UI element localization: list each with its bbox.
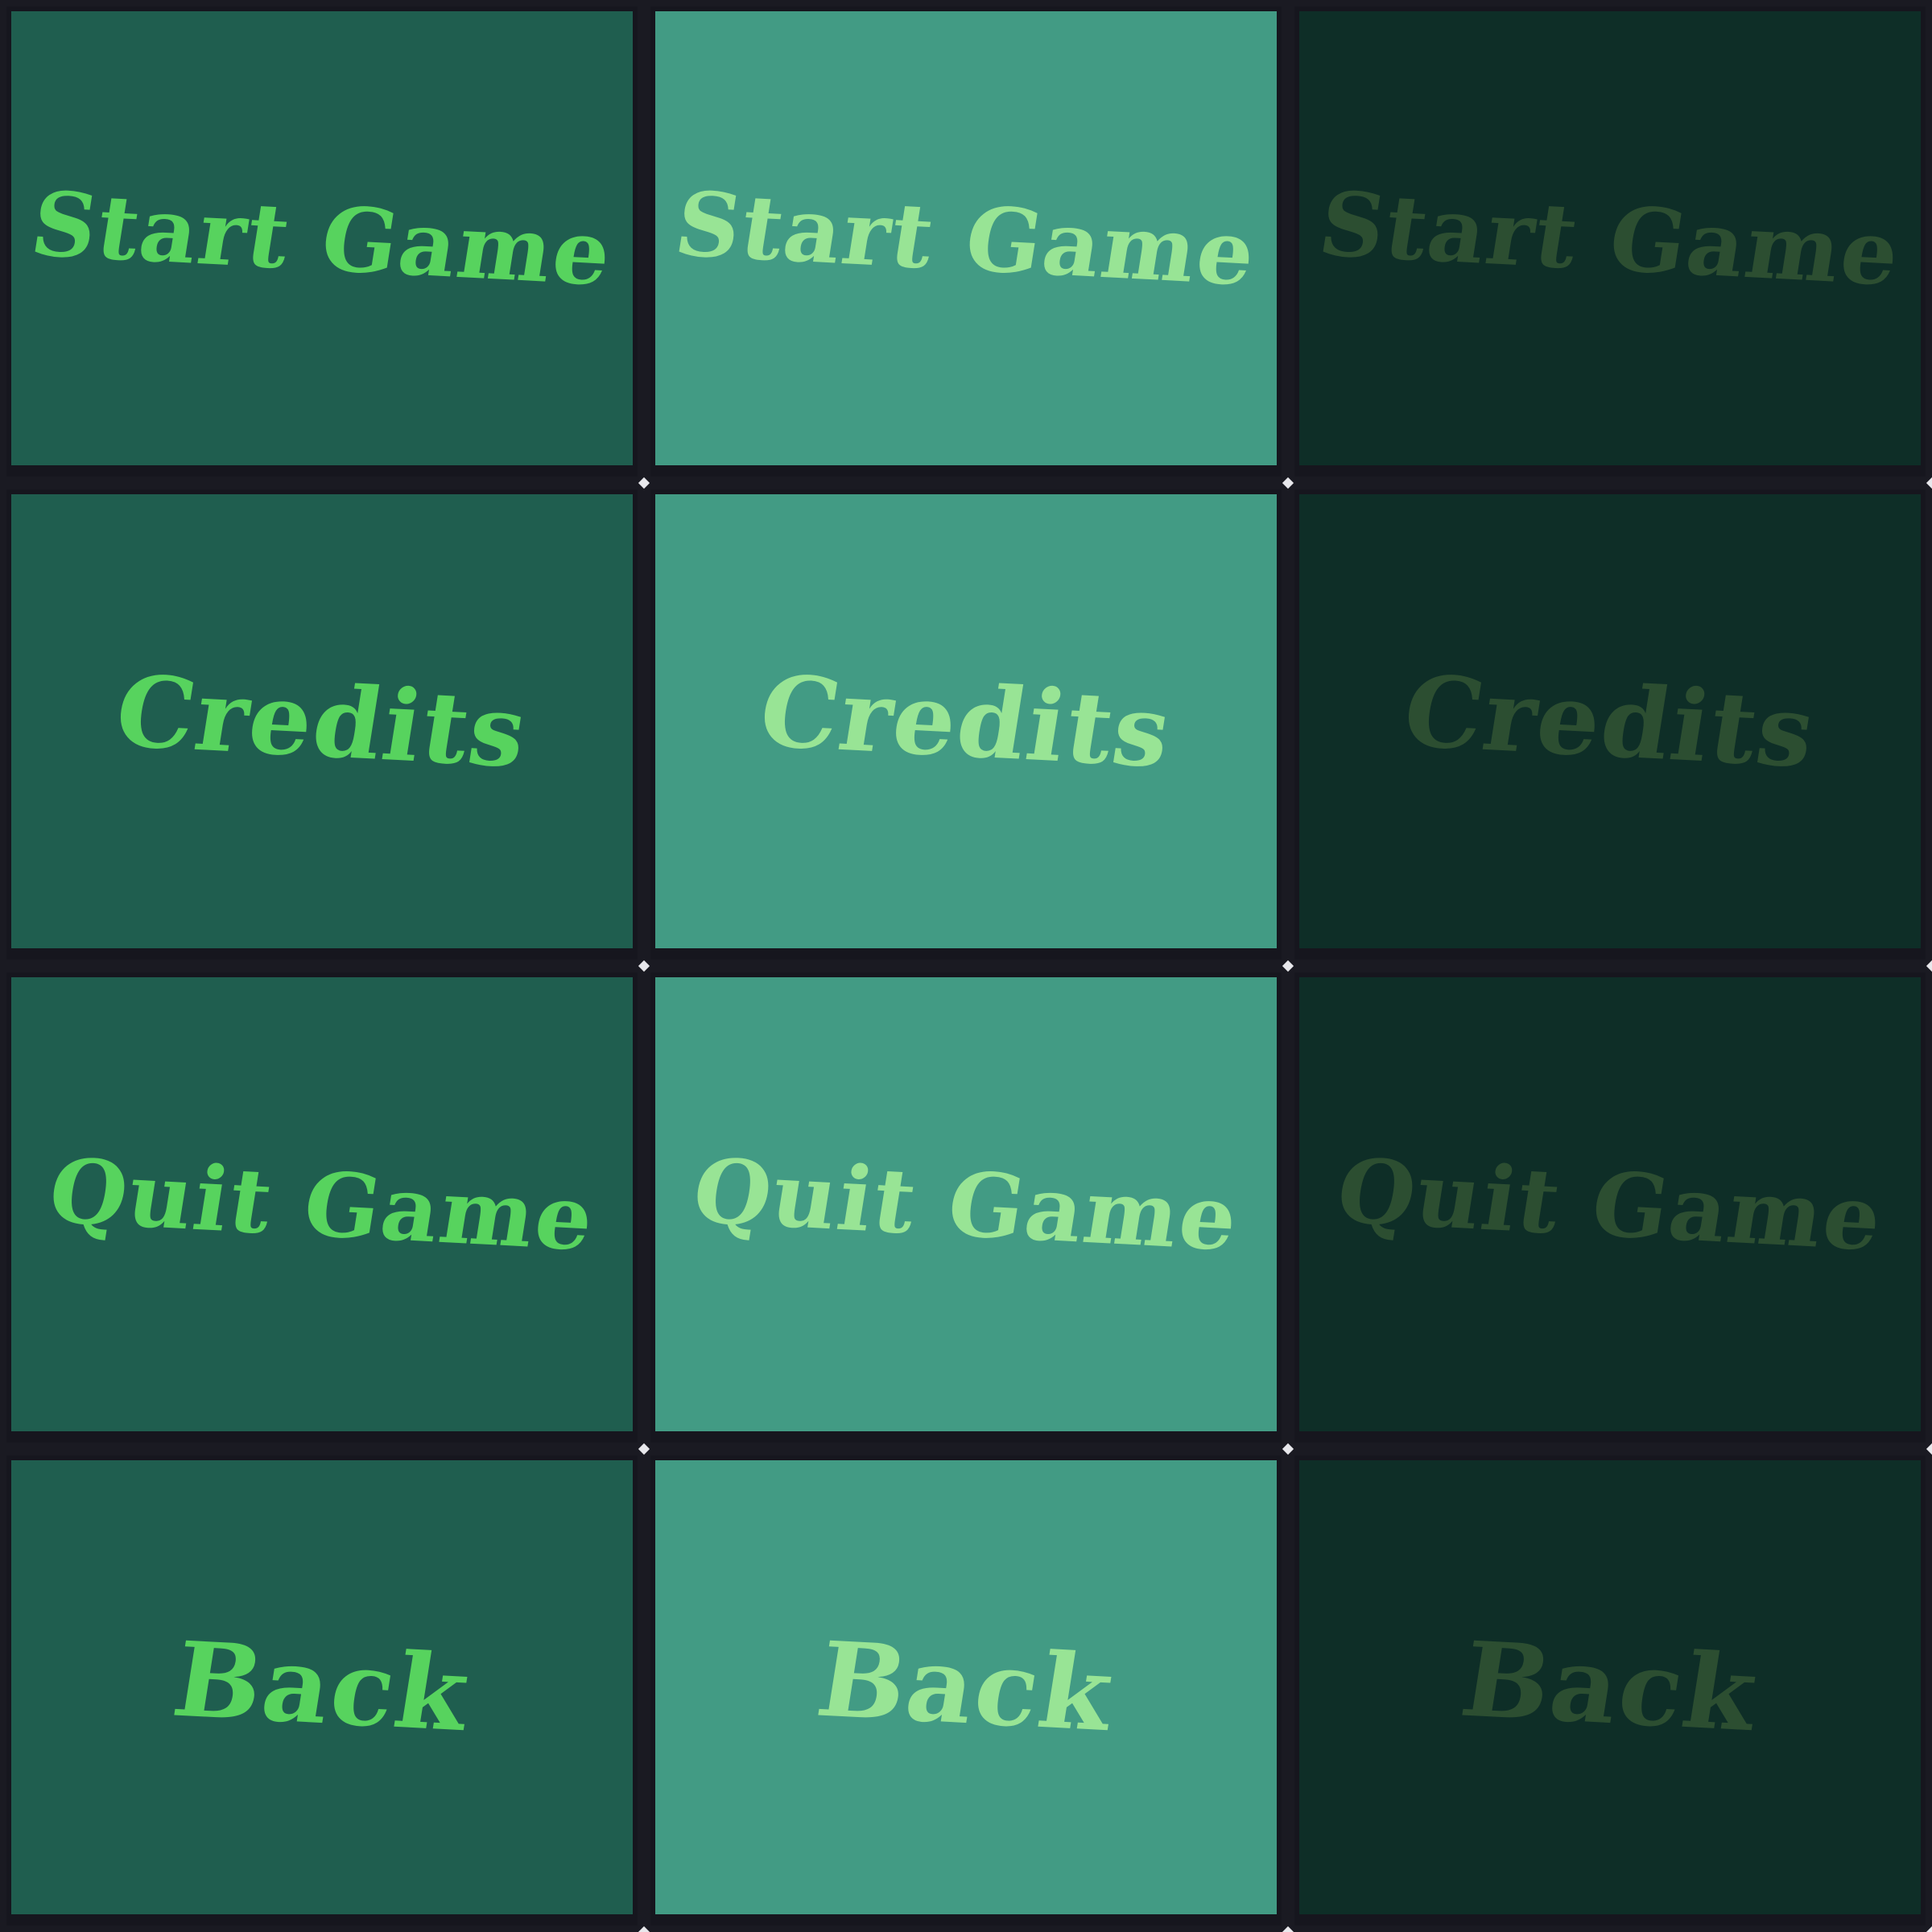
cell-credits-disabled: Credits	[1288, 483, 1932, 966]
cell-start-hover: Start Game	[644, 0, 1288, 483]
start-game-button-hover[interactable]: Start Game	[650, 6, 1282, 477]
cell-start-disabled: Start Game	[1288, 0, 1932, 483]
quit-game-label: Quit Game	[42, 1138, 602, 1270]
cell-credits-hover: Credits	[644, 483, 1288, 966]
credits-button-normal[interactable]: Credits	[6, 489, 638, 960]
quit-game-button-normal[interactable]: Quit Game	[6, 972, 638, 1443]
back-button-hover[interactable]: Back	[650, 1455, 1282, 1926]
button-grid: Start Game Start Game Start Game Credits…	[0, 0, 1932, 1932]
cell-quit-disabled: Quit Game	[1288, 966, 1932, 1449]
back-label: Back	[165, 1619, 479, 1756]
start-game-label: Start Game	[24, 171, 620, 305]
cell-back-disabled: Back	[1288, 1449, 1932, 1932]
back-label: Back	[809, 1619, 1123, 1756]
back-button-normal[interactable]: Back	[6, 1455, 638, 1926]
start-game-button-disabled: Start Game	[1294, 6, 1926, 477]
start-game-label: Start Game	[668, 171, 1264, 305]
credits-label: Credits	[1396, 653, 1824, 790]
credits-button-hover[interactable]: Credits	[650, 489, 1282, 960]
cell-back-normal: Back	[0, 1449, 644, 1932]
start-game-label: Start Game	[1312, 171, 1908, 305]
quit-game-button-disabled: Quit Game	[1294, 972, 1926, 1443]
button-sprite-sheet: Start Game Start Game Start Game Credits…	[0, 0, 1932, 1932]
cell-quit-normal: Quit Game	[0, 966, 644, 1449]
quit-game-button-hover[interactable]: Quit Game	[650, 972, 1282, 1443]
cell-credits-normal: Credits	[0, 483, 644, 966]
start-game-button-normal[interactable]: Start Game	[6, 6, 638, 477]
cell-back-hover: Back	[644, 1449, 1288, 1932]
quit-game-label: Quit Game	[1330, 1138, 1890, 1270]
credits-label: Credits	[108, 653, 536, 790]
cell-start-normal: Start Game	[0, 0, 644, 483]
credits-label: Credits	[752, 653, 1180, 790]
quit-game-label: Quit Game	[686, 1138, 1246, 1270]
back-button-disabled: Back	[1294, 1455, 1926, 1926]
back-label: Back	[1453, 1619, 1767, 1756]
credits-button-disabled: Credits	[1294, 489, 1926, 960]
cell-quit-hover: Quit Game	[644, 966, 1288, 1449]
